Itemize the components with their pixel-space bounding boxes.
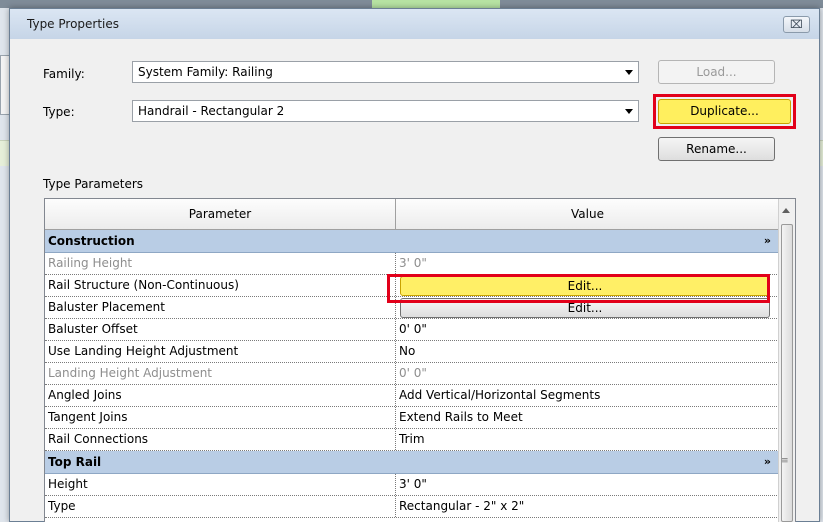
rail-structure-highlight <box>387 274 770 303</box>
parameter-value: 3' 0" <box>399 256 427 270</box>
table-row[interactable]: Railing Height 3' 0" <box>45 253 779 275</box>
parameter-value[interactable]: Extend Rails to Meet <box>397 407 779 428</box>
scrollbar-grip-icon: ≡ <box>781 456 789 466</box>
type-parameters-label: Type Parameters <box>43 177 144 191</box>
column-header-value[interactable]: Value <box>396 199 779 229</box>
parameter-name: Type <box>45 496 396 517</box>
table-row[interactable]: Baluster Offset 0' 0" <box>45 319 779 341</box>
table-row[interactable]: Type Rectangular - 2" x 2" <box>45 496 779 518</box>
rename-button[interactable]: Rename... <box>658 137 775 161</box>
dialog-title: Type Properties <box>27 17 120 31</box>
table-row[interactable]: Angled Joins Add Vertical/Horizontal Seg… <box>45 385 779 407</box>
parameter-name: Tangent Joins <box>45 407 396 428</box>
chevron-down-icon <box>625 109 633 114</box>
close-button[interactable]: ⌧ <box>783 16 810 33</box>
type-label: Type: <box>43 105 75 119</box>
close-icon: ⌧ <box>790 18 803 31</box>
collapse-icon[interactable]: » <box>764 230 771 252</box>
parameter-name: Angled Joins <box>45 385 396 406</box>
table-row[interactable]: Height 3' 0" <box>45 474 779 496</box>
parameter-value: 0' 0" <box>399 366 427 380</box>
parameter-name: Rail Structure (Non-Continuous) <box>45 275 396 296</box>
parameter-name: Landing Height Adjustment <box>45 363 396 384</box>
scroll-up-icon[interactable] <box>782 208 790 213</box>
scrollbar-thumb[interactable] <box>781 224 793 522</box>
type-select-value: Handrail - Rectangular 2 <box>138 104 285 118</box>
type-properties-dialog: Type Properties ⌧ Family: System Family:… <box>9 8 820 522</box>
grid-header: Parameter Value <box>45 199 779 230</box>
table-row[interactable]: Tangent Joins Extend Rails to Meet <box>45 407 779 429</box>
parameter-name: Baluster Placement <box>45 297 396 318</box>
parameter-name: Railing Height <box>45 253 396 274</box>
table-row[interactable]: Rail Connections Trim <box>45 429 779 451</box>
collapse-icon[interactable]: » <box>764 451 771 473</box>
parameter-name: Rail Connections <box>45 429 396 450</box>
parameter-name: Height <box>45 474 396 495</box>
family-select[interactable]: System Family: Railing <box>132 61 639 83</box>
type-parameters-grid: Parameter Value Construction » Railing H… <box>44 198 796 522</box>
chevron-down-icon <box>625 70 633 75</box>
background-tab-highlight <box>372 0 500 8</box>
parameter-value[interactable]: Add Vertical/Horizontal Segments <box>397 385 779 406</box>
family-label: Family: <box>43 67 85 81</box>
table-row[interactable]: Use Landing Height Adjustment No <box>45 341 779 363</box>
dialog-titlebar: Type Properties ⌧ <box>10 9 819 39</box>
parameter-value[interactable]: Trim <box>397 429 779 450</box>
group-label: Construction <box>48 234 135 248</box>
family-select-value: System Family: Railing <box>138 65 273 79</box>
group-header-top-rail[interactable]: Top Rail » <box>45 451 779 474</box>
duplicate-button[interactable]: Duplicate... <box>658 99 791 124</box>
table-row[interactable]: Landing Height Adjustment 0' 0" <box>45 363 779 385</box>
group-label: Top Rail <box>48 455 102 469</box>
load-button[interactable]: Load... <box>658 60 775 84</box>
parameter-value[interactable]: 0' 0" <box>397 319 779 340</box>
parameter-value[interactable]: Rectangular - 2" x 2" <box>397 496 779 517</box>
parameter-value[interactable]: 3' 0" <box>397 474 779 495</box>
parameter-name: Baluster Offset <box>45 319 396 340</box>
parameter-value[interactable]: No <box>397 341 779 362</box>
vertical-scrollbar[interactable]: ≡ <box>778 199 795 522</box>
group-header-construction[interactable]: Construction » <box>45 230 779 253</box>
column-header-parameter[interactable]: Parameter <box>45 199 396 229</box>
type-select[interactable]: Handrail - Rectangular 2 <box>132 100 639 122</box>
grid-body: Parameter Value Construction » Railing H… <box>45 199 779 518</box>
parameter-name: Use Landing Height Adjustment <box>45 341 396 362</box>
